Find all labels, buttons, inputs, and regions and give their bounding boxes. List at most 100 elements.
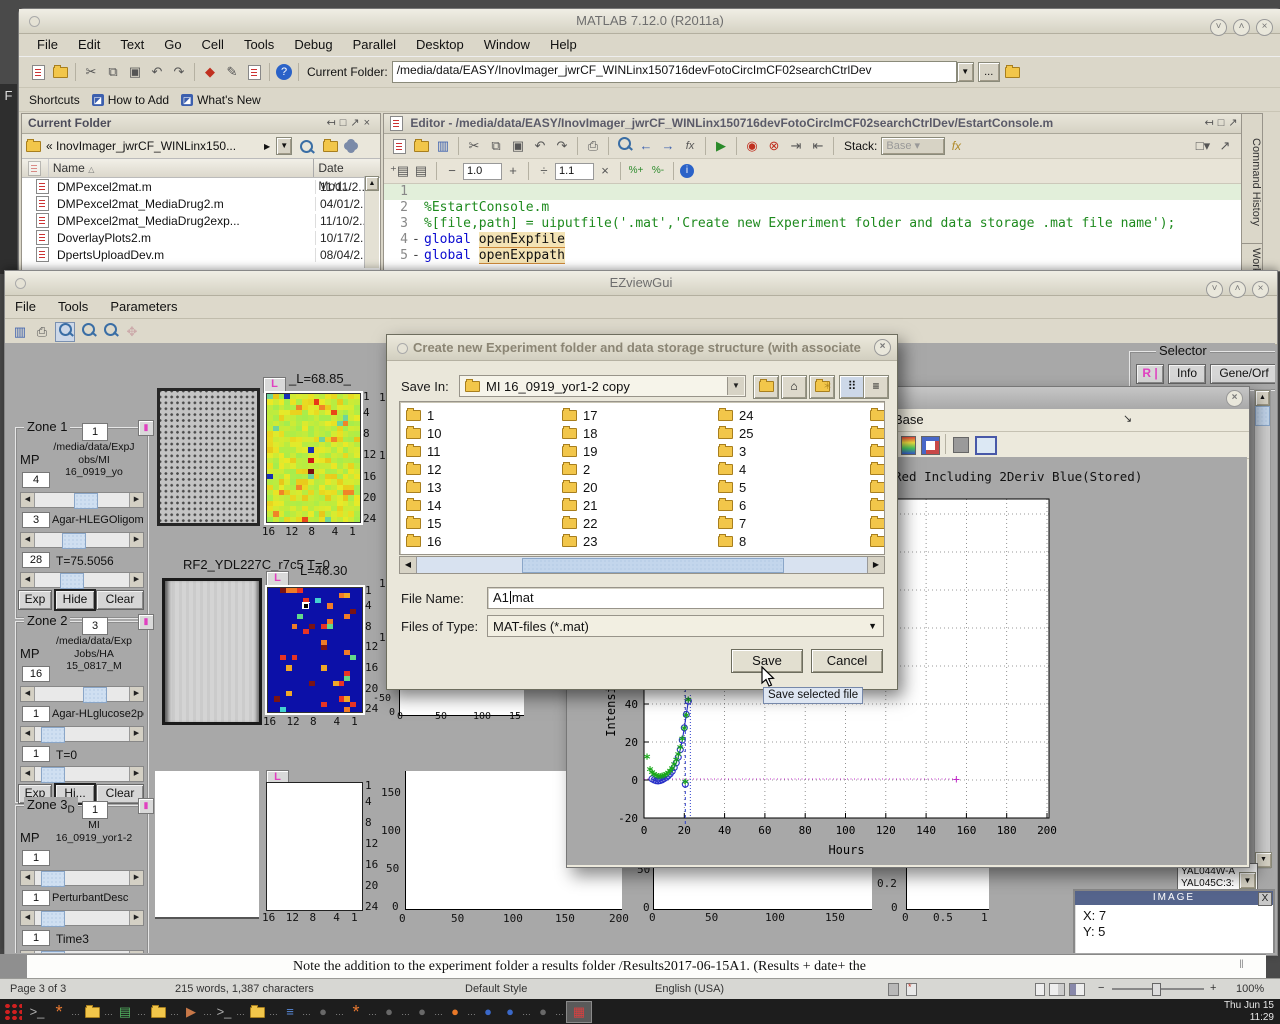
slider-thumb[interactable] [83, 687, 107, 703]
menu-debug[interactable]: Debug [284, 37, 342, 52]
slider-right-icon[interactable]: ▶ [129, 951, 143, 953]
slider-left-icon[interactable]: ◀ [21, 727, 35, 741]
breakpoint-set-icon[interactable]: ◉ [743, 137, 761, 155]
paste-icon[interactable]: ▣ [126, 63, 144, 81]
slider-thumb[interactable] [41, 911, 65, 927]
table-row[interactable]: DoverlayPlots2.m10/17/2... [22, 229, 380, 246]
new-file-icon[interactable] [390, 137, 408, 155]
slider-right-icon[interactable]: ▶ [129, 727, 143, 741]
taskbar-globe-icon[interactable]: ● [478, 1002, 498, 1022]
file-list-scrollbar[interactable]: ▲ [364, 176, 379, 268]
new-folder-button[interactable]: ＊ [809, 375, 835, 399]
slider-right-icon[interactable]: ▶ [129, 493, 143, 507]
zone-slider[interactable]: ◀▶ [20, 910, 144, 926]
folder-item[interactable]: 23 [562, 532, 597, 550]
divide-icon[interactable]: ÷ [535, 162, 553, 180]
slider-right-icon[interactable]: ▶ [129, 573, 143, 587]
table-row[interactable]: DMPexcel2mat.m11/11/2... [22, 178, 380, 195]
label-button-zone1[interactable]: L [263, 377, 286, 393]
slider-thumb[interactable] [60, 573, 84, 589]
slider-thumb[interactable] [74, 493, 98, 509]
slider-left-icon[interactable]: ◀ [21, 687, 35, 701]
zoom-in-icon[interactable] [79, 323, 97, 341]
up-folder-icon[interactable] [1004, 63, 1022, 81]
zone-slider[interactable]: ◀▶ [20, 766, 144, 782]
save-icon[interactable]: ▥ [11, 323, 29, 341]
slider-left-icon[interactable]: ◀ [21, 493, 35, 507]
image-window-titlebar[interactable]: IMAGE X [1075, 891, 1273, 905]
folder-item[interactable]: 4 [718, 460, 753, 478]
help-icon[interactable]: ? [276, 64, 292, 80]
taskbar-firefox-icon[interactable]: ● [445, 1002, 465, 1022]
open-file-icon[interactable] [51, 63, 69, 81]
zone-edit-field[interactable]: 1 [22, 850, 50, 866]
taskbar-writer-active-icon[interactable]: ▦ [566, 1001, 592, 1023]
folder-item[interactable]: 14 [406, 496, 441, 514]
menu-edit[interactable]: Edit [68, 37, 110, 52]
save-in-dropdown[interactable]: MI 16_0919_yor1-2 copy ▼ [459, 375, 746, 397]
folder-item[interactable]: 11 [406, 442, 441, 460]
slider-thumb[interactable] [41, 871, 65, 887]
taskbar-matlab-icon[interactable]: * [49, 1002, 69, 1022]
clock[interactable]: Thu Jun 1511:29 [1224, 1001, 1274, 1023]
folder-item[interactable]: 12 [406, 460, 441, 478]
window-menu-icon[interactable] [15, 278, 26, 289]
zone-corner-button[interactable]: ▮ [138, 420, 154, 436]
code-line[interactable]: 2%EstartConsole.m [384, 200, 1258, 216]
folder-item[interactable]: 10 [406, 424, 441, 442]
menu-tools[interactable]: Tools [58, 299, 110, 314]
code-line[interactable]: 1 [384, 184, 1258, 200]
zone-hide-button[interactable]: Hide [54, 589, 96, 611]
browse-folder-button[interactable]: ... [978, 62, 1000, 82]
folder-item[interactable]: 3 [718, 442, 753, 460]
taskbar-folder-icon[interactable] [82, 1002, 102, 1022]
bottom-plot-1[interactable] [653, 867, 872, 910]
zone-slider[interactable]: ◀▶ [20, 686, 144, 702]
zone-slider[interactable]: ◀▶ [20, 870, 144, 886]
folder-item[interactable]: 16 [406, 532, 441, 550]
shortcut-howtoadd[interactable]: How to Add [108, 93, 169, 107]
multiply-icon[interactable]: × [596, 162, 614, 180]
menu-cell[interactable]: Cell [192, 37, 234, 52]
up-one-level-icon[interactable] [323, 139, 338, 153]
folder-item[interactable] [870, 496, 885, 514]
folder-item[interactable]: 6 [718, 496, 753, 514]
menu-parameters[interactable]: Parameters [110, 299, 199, 314]
folder-item[interactable]: 22 [562, 514, 597, 532]
zone-clear-button[interactable]: Clear [96, 590, 144, 610]
slider-thumb[interactable] [41, 727, 65, 743]
breadcrumb-dropdown-icon[interactable]: ▼ [276, 137, 292, 155]
zone-slider[interactable]: ◀▶ [20, 492, 144, 508]
applications-menu-icon[interactable] [4, 1003, 22, 1021]
cut-icon[interactable]: ✂ [82, 63, 100, 81]
slider-left-icon[interactable]: ◀ [21, 911, 35, 925]
comment-remove-icon[interactable]: %- [649, 162, 667, 180]
close-icon[interactable]: × [874, 339, 891, 356]
open-file-icon[interactable] [412, 137, 430, 155]
gene-dropdown-icon[interactable]: ▼ [1239, 872, 1256, 889]
cell-divider-icon[interactable]: ▤ [412, 162, 430, 180]
scroll-left-icon[interactable]: ◀ [400, 557, 417, 573]
folder-item[interactable]: 21 [562, 496, 597, 514]
taskbar-globe-icon[interactable]: ● [500, 1002, 520, 1022]
book-view-icon[interactable] [1069, 983, 1085, 996]
scroll-up-icon[interactable]: ▲ [1255, 390, 1270, 406]
simulink-icon[interactable]: ◆ [201, 63, 219, 81]
minimize-icon[interactable]: ˅ [1206, 281, 1223, 298]
writer-document-strip[interactable]: Note the addition to the experiment fold… [27, 954, 1266, 979]
folder-item[interactable] [870, 478, 885, 496]
slider-thumb[interactable] [62, 533, 86, 549]
zone-edit-field[interactable]: 1 [22, 746, 50, 762]
table-row[interactable]: DMPexcel2mat_MediaDrug2.m04/01/2... [22, 195, 380, 212]
selector-info-button[interactable]: Info [1168, 364, 1206, 384]
undock-icon[interactable]: ↗ [1228, 117, 1241, 129]
close-icon[interactable]: × [364, 117, 374, 129]
date-column-header[interactable]: Date Mod... [313, 159, 380, 177]
dialog-horizontal-scrollbar[interactable]: ◀ ▶ [399, 556, 885, 574]
label-button-zone2[interactable]: L [266, 571, 289, 587]
folder-item[interactable]: 15 [406, 514, 441, 532]
zoom-select-icon[interactable] [55, 322, 75, 342]
print-icon[interactable]: ⎙ [33, 323, 51, 341]
zoom-slider-thumb[interactable] [1152, 983, 1161, 996]
code-line[interactable]: 5-global openExppath [384, 248, 1258, 264]
